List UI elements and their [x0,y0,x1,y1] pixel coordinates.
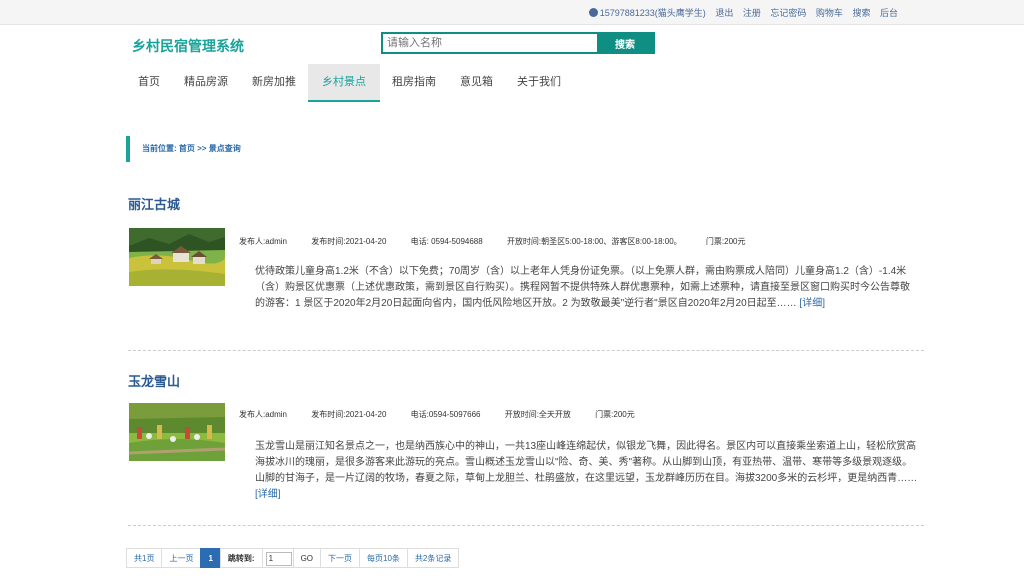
site-logo[interactable]: 乡村民宿管理系统 [132,36,244,56]
snow-mountain-photo [129,403,225,461]
breadcrumb: 当前位置: 首页 >> 景点查询 [126,136,241,162]
pager-next-button[interactable]: 下一页 [320,548,361,568]
admin-link[interactable]: 后台 [880,8,898,18]
spot-thumbnail[interactable] [129,228,225,286]
divider [128,525,924,526]
pager-per-page[interactable]: 每页10条 [359,548,408,568]
pager-total-pages: 共1页 [126,548,163,568]
nav-new-houses[interactable]: 新房加推 [240,64,308,100]
nav-featured-houses[interactable]: 精品房源 [172,64,240,100]
pager-jump-label: 跳转到: [219,548,263,568]
cart-link[interactable]: 购物车 [816,8,843,18]
spot-phone: 电话: 0594-5094688 [410,237,483,246]
nav-feedback[interactable]: 意见箱 [448,64,505,100]
divider [128,350,924,351]
nav-scenic-spots[interactable]: 乡村景点 [308,64,380,102]
main-nav: 首页 精品房源 新房加推 乡村景点 租房指南 意见箱 关于我们 [126,64,573,102]
top-links: 15797881233(猫头鹰学生) 退出 注册 忘记密码 购物车 搜索 后台 [582,6,898,19]
spot-publisher: 发布人:admin [239,410,288,419]
spot-thumbnail[interactable] [129,403,225,461]
pager-jump-input[interactable] [265,551,292,566]
register-link[interactable]: 注册 [743,8,761,18]
search-box: 搜索 [381,32,655,54]
spot-ticket: 门票:200元 [595,410,635,419]
breadcrumb-path[interactable]: 首页 >> 景点查询 [179,144,241,153]
nav-home[interactable]: 首页 [126,64,172,100]
search-button[interactable]: 搜索 [597,34,653,52]
pager-current-page[interactable]: 1 [200,548,221,568]
detail-link[interactable]: [详细] [799,298,825,309]
spot-publisher: 发布人:admin [239,237,288,246]
spot-meta: 发布人:admin 发布时间:2021-04-20 电话: 0594-50946… [239,236,767,247]
spot-meta: 发布人:admin 发布时间:2021-04-20 电话:0594-509766… [239,409,657,420]
spot-description: 优待政策儿童身高1.2米（不含）以下免费；70周岁（含）以上老年人凭身份证免票。… [255,266,910,309]
forgot-password-link[interactable]: 忘记密码 [770,8,806,18]
user-link[interactable]: 15797881233(猫头鹰学生) [588,8,706,18]
spot-publish-time: 发布时间:2021-04-20 [311,237,387,246]
spot-ticket: 门票:200元 [705,237,746,246]
pagination: 共1页 上一页 1 跳转到: GO 下一页 每页10条 共2条记录 [126,548,460,568]
detail-link[interactable]: [详细] [255,489,281,500]
logout-link[interactable]: 退出 [715,8,733,18]
search-input[interactable] [383,34,599,52]
pager-jump-wrap [261,548,294,568]
spot-open-time: 开放时间:朝圣区5:00-18:00、游客区8:00-18:00。 [506,237,682,246]
spot-title[interactable]: 丽江古城 [128,194,924,213]
spot-publish-time: 发布时间:2021-04-20 [311,410,387,419]
breadcrumb-prefix: 当前位置: [142,144,177,153]
spot-phone: 电话:0594-5097666 [410,410,481,419]
nav-about[interactable]: 关于我们 [505,64,573,100]
spot-open-time: 开放时间:全天开放 [504,410,571,419]
spot-item: 玉龙雪山 发布人:admin 发布时间:2021-04-20 电话:0594-5… [128,371,924,526]
top-bar: 15797881233(猫头鹰学生) 退出 注册 忘记密码 购物车 搜索 后台 [0,0,1024,25]
pager-total-records: 共2条记录 [406,548,460,568]
village-photo [129,228,225,286]
search-link[interactable]: 搜索 [852,8,870,18]
spot-description: 玉龙雪山是丽江知名景点之一，也是纳西族心中的神山，一共13座山峰连绵起伏，似银龙… [255,441,918,500]
pager-go-button[interactable]: GO [292,548,322,568]
spot-item: 丽江古城 发布人:admin 发布时间:2021-04-20 电话: 0594-… [128,194,924,351]
user-icon [588,8,598,17]
nav-rental-guide[interactable]: 租房指南 [380,64,448,100]
pager-prev-button[interactable]: 上一页 [161,548,202,568]
spot-title[interactable]: 玉龙雪山 [128,371,924,390]
